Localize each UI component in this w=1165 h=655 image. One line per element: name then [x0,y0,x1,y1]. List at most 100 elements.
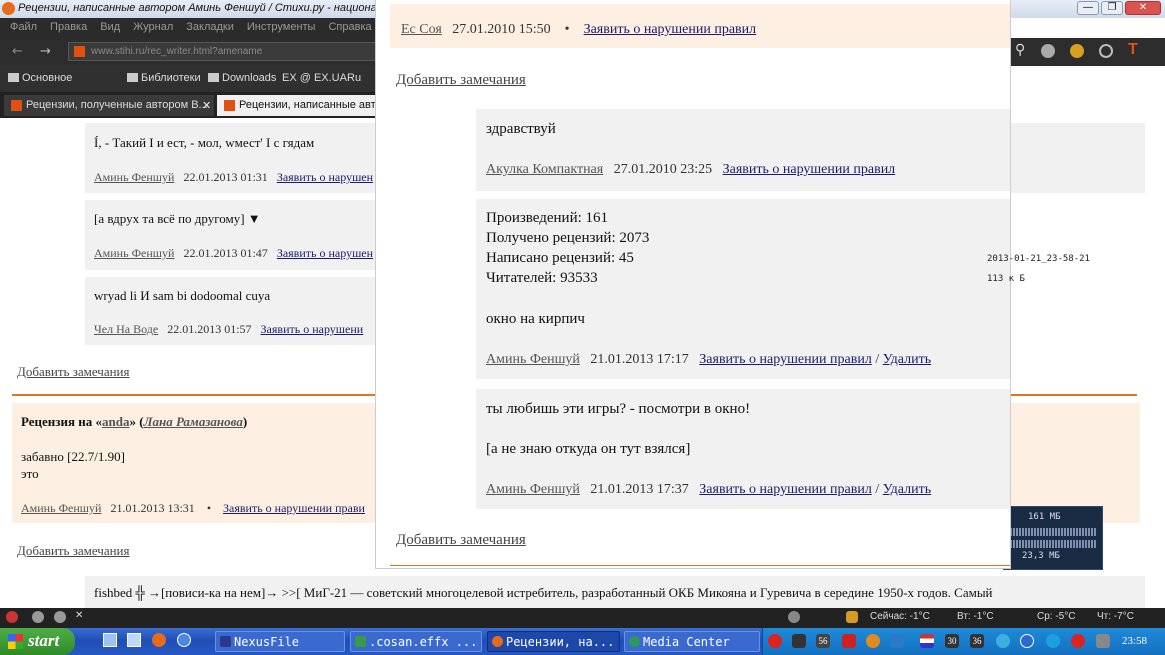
speaker-icon[interactable] [1096,634,1110,648]
addon-icon[interactable] [54,611,66,623]
t-toolbar-icon[interactable]: T [1128,41,1138,59]
menu-history[interactable]: Журнал [133,21,173,35]
maximize-button[interactable]: ❐ [1101,1,1123,15]
menu-bookmarks[interactable]: Закладки [186,21,234,35]
addon-icon[interactable] [1041,44,1055,58]
tray-counter[interactable]: 56 [816,634,830,648]
tray-app-icon[interactable] [1071,634,1085,648]
review-author-link[interactable]: Аминь Феншуй [21,501,101,515]
media-center-icon [629,636,640,647]
review-author-link[interactable]: Чел На Воде [94,322,158,336]
clock[interactable]: 23:58 [1122,635,1147,647]
bullet: • [564,22,570,37]
forward-arrow-icon[interactable]: → [40,44,51,59]
reply-item: здравствуй Акулка Компактная 27.01.2010 … [476,109,1010,191]
menu-tools[interactable]: Инструменты [247,21,316,35]
work-link[interactable]: anda [102,414,129,429]
firefox-icon [492,636,503,647]
reply-text: здравствуй [486,121,556,137]
author-link[interactable]: Аминь Феншуй [486,482,580,497]
tray-counter[interactable]: 30 [945,634,959,648]
folder-icon [208,73,219,82]
memory-value: 161 МБ [1028,512,1061,522]
extension-icon[interactable] [1070,44,1084,58]
quicklaunch-icon[interactable] [177,633,191,647]
recenzia-line2: это [21,466,39,481]
tray-app-icon[interactable] [1020,634,1034,648]
quicklaunch-icon[interactable] [127,633,141,647]
delete-link[interactable]: Удалить [883,482,931,497]
task-media-center[interactable]: Media Center [624,631,760,652]
report-link[interactable]: Заявить о нарушении прави [223,501,365,515]
author-link[interactable]: Ес Соя [401,22,442,37]
tray-app-icon[interactable] [890,634,904,648]
close-button[interactable]: ✕ [1125,1,1161,15]
add-remark-link[interactable]: Добавить замечания [396,532,526,549]
report-link[interactable]: Заявить о нарушен [277,246,373,260]
tray-app-icon[interactable] [768,634,782,648]
tray-counter[interactable]: 36 [970,634,984,648]
bookmark-main[interactable]: Основное [8,72,72,84]
report-link[interactable]: Заявить о нарушении правил [723,162,896,177]
addon-icon[interactable] [788,611,800,623]
url-input[interactable]: www.stihi.ru/rec_writer.html?amename [68,42,378,61]
tab-received-reviews[interactable]: Рецензии, полученные автором В... ✕ [4,95,214,116]
tray-app-icon[interactable] [1046,634,1060,648]
tray-app-icon[interactable] [996,634,1010,648]
review-date: 22.01.2013 01:31 [183,170,268,184]
menu-file[interactable]: Файл [10,21,37,35]
task-cosan[interactable]: .cosan.effx ... [350,631,482,652]
close-icon[interactable]: ✕ [75,610,83,621]
work-author-link[interactable]: Лана Рамазанова [144,414,243,429]
tray-app-icon[interactable] [792,634,806,648]
close-tab-icon[interactable]: ✕ [202,99,211,112]
status-bar: ✕ Сейчас: -1°C Вт: -1°C Ср: -5°C Чт: -7°… [0,608,1165,628]
desktop-file-label[interactable]: 2013-01-21_23-58-21 113 к Б [987,254,1137,294]
tab-written-reviews[interactable]: Рецензии, написанные автор [217,95,387,116]
review-date: 22.01.2013 01:57 [167,322,252,336]
show-desktop-icon[interactable] [103,633,117,647]
file-name: 2013-01-21_23-58-21 [987,254,1090,264]
delete-link[interactable]: Удалить [883,352,931,367]
bookmark-downloads[interactable]: Downloads [208,72,276,84]
review-author-link[interactable]: Аминь Феншуй [94,170,174,184]
task-nexusfile[interactable]: NexusFile [215,631,345,652]
author-link[interactable]: Аминь Феншуй [486,352,580,367]
popup-window: Ес Соя 27.01.2010 15:50 • Заявить о нару… [376,0,1010,568]
report-link[interactable]: Заявить о нарушени [261,322,364,336]
add-remark-link[interactable]: Добавить замечания [17,543,130,559]
tray-app-icon[interactable] [842,634,856,648]
review-text: fishbed ╬ →[повиси-ка на нем]→ >>[ МиГ-2… [94,585,993,600]
comment-date: 21.01.2013 17:17 [590,352,689,367]
bookmark-libraries[interactable]: Библиотеки [127,72,201,84]
start-button[interactable]: start [0,628,75,655]
review-author-link[interactable]: Аминь Феншуй [94,246,174,260]
power-icon[interactable] [1099,44,1113,58]
menu-edit[interactable]: Правка [50,21,87,35]
report-link[interactable]: Заявить о нарушении правил [699,482,872,497]
back-arrow-icon[interactable]: ← [12,44,23,59]
language-flag-icon[interactable] [920,634,934,648]
bookmark-exua[interactable]: EX @ EX.UA [282,72,347,84]
recenzia-heading: Рецензия на «anda» (Лана Рамазанова) [21,414,248,429]
tray-app-icon[interactable] [866,634,880,648]
report-link[interactable]: Заявить о нарушении правил [699,352,872,367]
add-remark-link[interactable]: Добавить замечания [17,364,130,380]
folder-icon [8,73,19,82]
addon-icon[interactable] [6,611,18,623]
minimize-button[interactable]: — [1077,1,1099,15]
bookmark-ru[interactable]: Ru [347,72,361,84]
task-firefox-reviews[interactable]: Рецензии, на... [487,631,620,652]
addon-icon[interactable] [32,611,44,623]
firefox-icon[interactable] [152,633,166,647]
search-icon[interactable]: ⚲ [1015,42,1025,58]
report-link[interactable]: Заявить о нарушении правил [584,22,757,37]
add-remark-link[interactable]: Добавить замечания [396,72,526,89]
menu-view[interactable]: Вид [100,21,120,35]
weather-icon[interactable] [846,611,858,623]
memory-bar [1010,528,1096,536]
report-link[interactable]: Заявить о нарушен [277,170,373,184]
author-link[interactable]: Акулка Компактная [486,162,603,177]
folder-icon [127,73,138,82]
menu-help[interactable]: Справка [328,21,371,35]
